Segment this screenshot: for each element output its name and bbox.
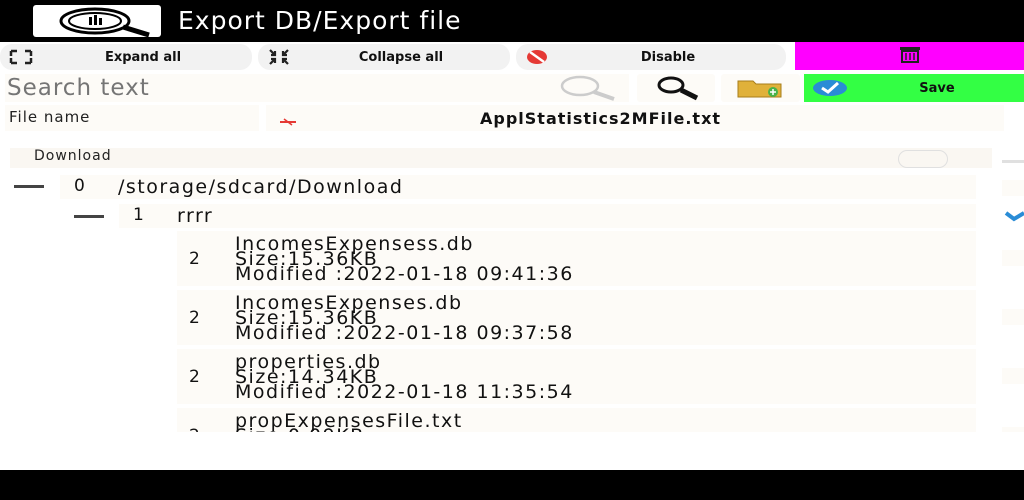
- root-checkbox[interactable]: [1002, 180, 1024, 196]
- file-modified: Modified :2022-01-18 09:37:58: [235, 322, 574, 344]
- file-modified: Modified :2022-01-18 09:41:36: [235, 263, 574, 285]
- divider: [1002, 160, 1024, 163]
- folder-checkbox-checked[interactable]: [1004, 208, 1024, 227]
- title-bar: Export DB/Export file: [0, 0, 1024, 42]
- disable-label: Disable: [640, 49, 696, 65]
- tree-level: 2: [189, 249, 200, 269]
- expand-icon: [8, 48, 34, 66]
- tree-root-path: /storage/sdcard/Download: [118, 176, 404, 198]
- collapse-all-button[interactable]: Collapse all: [258, 44, 510, 70]
- search-button[interactable]: [637, 74, 715, 102]
- file-checkbox[interactable]: [1002, 368, 1024, 384]
- file-checkbox[interactable]: [1002, 309, 1024, 325]
- page-title: Export DB/Export file: [178, 6, 462, 35]
- checkmark-icon: [810, 78, 850, 98]
- navigation-bar: [0, 470, 1024, 500]
- collapse-all-label: Collapse all: [358, 49, 444, 65]
- search-input[interactable]: [5, 74, 629, 102]
- file-modified: Modified :2022-01-18 11:35:54: [235, 381, 574, 403]
- tree-level: 2: [189, 367, 200, 387]
- expand-all-label: Expand all: [104, 49, 182, 65]
- file-name-label: File name: [5, 105, 259, 131]
- expand-all-button[interactable]: Expand all: [0, 44, 252, 70]
- disable-button[interactable]: Disable: [516, 44, 786, 70]
- search-magnifier-icon: [556, 75, 620, 105]
- file-row[interactable]: 2 IncomesExpensess.db Size:15.36KB Modif…: [177, 231, 976, 286]
- collapse-folder-icon[interactable]: [74, 215, 104, 218]
- save-button[interactable]: Save: [804, 74, 1024, 102]
- trash-icon: [895, 45, 925, 67]
- file-name-value: ApplStatistics2MFile.txt: [480, 109, 722, 128]
- delete-button[interactable]: [795, 42, 1024, 70]
- tree-level: 0: [74, 176, 85, 196]
- directory-select[interactable]: Download: [10, 148, 992, 168]
- file-checkbox[interactable]: [1002, 250, 1024, 266]
- list-clip: [177, 432, 1024, 470]
- file-row[interactable]: 2 properties.db Size:14.34KB Modified :2…: [177, 349, 976, 404]
- choose-folder-button[interactable]: [721, 74, 800, 102]
- tree-root-node[interactable]: 0 /storage/sdcard/Download: [60, 175, 976, 199]
- search-icon: [651, 75, 703, 105]
- tree-folder-name: rrrr: [177, 205, 214, 227]
- collapse-icon: [266, 48, 292, 66]
- disable-icon: [524, 48, 550, 66]
- pencil-icon: [278, 112, 298, 131]
- tree-level: 1: [133, 205, 144, 225]
- directory-selected: Download: [34, 148, 112, 164]
- magnifier-logo-icon: [33, 5, 161, 38]
- save-label: Save: [919, 80, 955, 96]
- dropdown-toggle-icon: [898, 150, 948, 168]
- collapse-root-icon[interactable]: [14, 185, 44, 188]
- folder-icon: [735, 77, 785, 103]
- export-panel: Expand all Collapse all Disable Search t…: [0, 42, 1024, 470]
- file-row[interactable]: 2 IncomesExpenses.db Size:15.36KB Modifi…: [177, 290, 976, 345]
- tree-folder-node[interactable]: 1 rrrr: [119, 204, 976, 228]
- tree-level: 2: [189, 308, 200, 328]
